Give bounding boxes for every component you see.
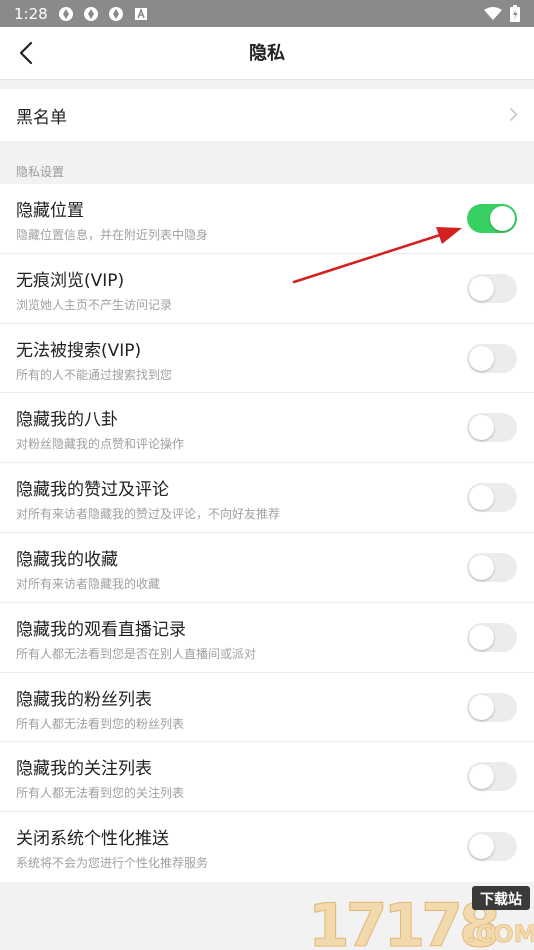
setting-description: 对所有来访者隐藏我的收藏 xyxy=(16,576,161,591)
setting-description: 所有的人不能通过搜索找到您 xyxy=(16,367,173,382)
toggle-knob xyxy=(469,764,494,790)
setting-title: 隐藏我的关注列表 xyxy=(16,759,152,780)
toggle-switch[interactable] xyxy=(467,832,517,862)
status-time: 1:28 xyxy=(14,4,48,23)
toggle-knob xyxy=(469,554,494,580)
toggle-switch[interactable] xyxy=(467,622,517,652)
setting-description: 浏览她人主页不产生访问记录 xyxy=(16,297,173,312)
setting-title: 隐藏我的粉丝列表 xyxy=(16,689,152,710)
setting-row-unsearchable: 无法被搜索(VIP) 所有的人不能通过搜索找到您 xyxy=(0,324,534,394)
toggle-switch[interactable] xyxy=(467,204,517,233)
status-bar: 1:28 xyxy=(0,0,534,27)
toggle-switch[interactable] xyxy=(467,273,517,303)
back-arrow-icon xyxy=(19,41,33,65)
setting-title: 隐藏我的赞过及评论 xyxy=(16,480,169,501)
toggle-knob xyxy=(490,206,515,231)
setting-row-hide-live-history: 隐藏我的观看直播记录 所有人都无法看到您是否在别人直播间或派对 xyxy=(0,603,534,673)
a-letter-icon xyxy=(134,7,147,20)
setting-row-hide-following-list: 隐藏我的关注列表 所有人都无法看到您的关注列表 xyxy=(0,742,534,813)
setting-row-hide-fans-list: 隐藏我的粉丝列表 所有人都无法看到您的粉丝列表 xyxy=(0,673,534,743)
setting-title: 隐藏我的观看直播记录 xyxy=(16,619,186,640)
privacy-settings-list: 隐藏位置 隐藏位置信息，并在附近列表中隐身 无痕浏览(VIP) 浏览她人主页不产… xyxy=(0,184,534,882)
setting-description: 隐藏位置信息，并在附近列表中隐身 xyxy=(16,228,209,242)
setting-row-hide-likes-comments: 隐藏我的赞过及评论 对所有来访者隐藏我的赞过及评论，不向好友推荐 xyxy=(0,463,534,533)
chevron-right-icon xyxy=(509,107,518,122)
app-notification-icon xyxy=(83,6,98,21)
blacklist-row[interactable]: 黑名单 xyxy=(0,89,534,141)
back-button[interactable] xyxy=(10,37,42,69)
setting-row-hide-location: 隐藏位置 隐藏位置信息，并在附近列表中隐身 xyxy=(0,184,534,254)
svg-text:下载站: 下载站 xyxy=(480,891,522,908)
toggle-switch[interactable] xyxy=(467,692,517,722)
blacklist-label: 黑名单 xyxy=(16,107,67,128)
nav-bar: 隐私 xyxy=(0,27,534,80)
toggle-switch[interactable] xyxy=(467,483,517,513)
battery-charging-icon xyxy=(510,5,520,22)
toggle-switch[interactable] xyxy=(467,343,517,373)
toggle-switch[interactable] xyxy=(467,762,517,792)
setting-description: 所有人都无法看到您的关注列表 xyxy=(16,786,185,801)
app-notification-icon xyxy=(108,6,123,21)
toggle-knob xyxy=(469,275,494,301)
toggle-knob xyxy=(469,415,494,441)
setting-description: 所有人都无法看到您的粉丝列表 xyxy=(16,716,185,731)
toggle-switch[interactable] xyxy=(467,552,517,582)
setting-description: 系统将不会为您进行个性化推荐服务 xyxy=(16,856,209,871)
page-title: 隐私 xyxy=(249,43,285,64)
setting-title: 无法被搜索(VIP) xyxy=(16,340,142,361)
app-notification-icon xyxy=(58,6,73,21)
setting-row-incognito-browse: 无痕浏览(VIP) 浏览她人主页不产生访问记录 xyxy=(0,254,534,324)
toggle-switch[interactable] xyxy=(467,413,517,443)
setting-row-hide-gossip: 隐藏我的八卦 对粉丝隐藏我的点赞和评论操作 xyxy=(0,393,534,464)
toggle-knob xyxy=(469,694,494,720)
setting-title: 关闭系统个性化推送 xyxy=(16,829,169,850)
setting-title: 隐藏位置 xyxy=(16,201,84,221)
setting-description: 所有人都无法看到您是否在别人直播间或派对 xyxy=(16,646,257,661)
setting-row-hide-favorites: 隐藏我的收藏 对所有来访者隐藏我的收藏 xyxy=(0,533,534,603)
setting-description: 对粉丝隐藏我的点赞和评论操作 xyxy=(16,437,185,452)
site-watermark-logo: 17178 下载站 .COM xyxy=(308,886,534,950)
toggle-knob xyxy=(469,345,494,371)
svg-text:.COM: .COM xyxy=(466,920,534,948)
toggle-knob xyxy=(469,834,494,860)
wifi-icon xyxy=(484,6,502,20)
setting-title: 隐藏我的八卦 xyxy=(16,410,118,431)
setting-title: 无痕浏览(VIP) xyxy=(16,270,125,291)
section-header: 隐私设置 xyxy=(16,165,65,179)
setting-description: 对所有来访者隐藏我的赞过及评论，不向好友推荐 xyxy=(16,507,281,522)
toggle-knob xyxy=(469,624,494,650)
setting-title: 隐藏我的收藏 xyxy=(16,549,118,570)
toggle-knob xyxy=(469,485,494,511)
setting-row-disable-personalized-push: 关闭系统个性化推送 系统将不会为您进行个性化推荐服务 xyxy=(0,812,534,882)
